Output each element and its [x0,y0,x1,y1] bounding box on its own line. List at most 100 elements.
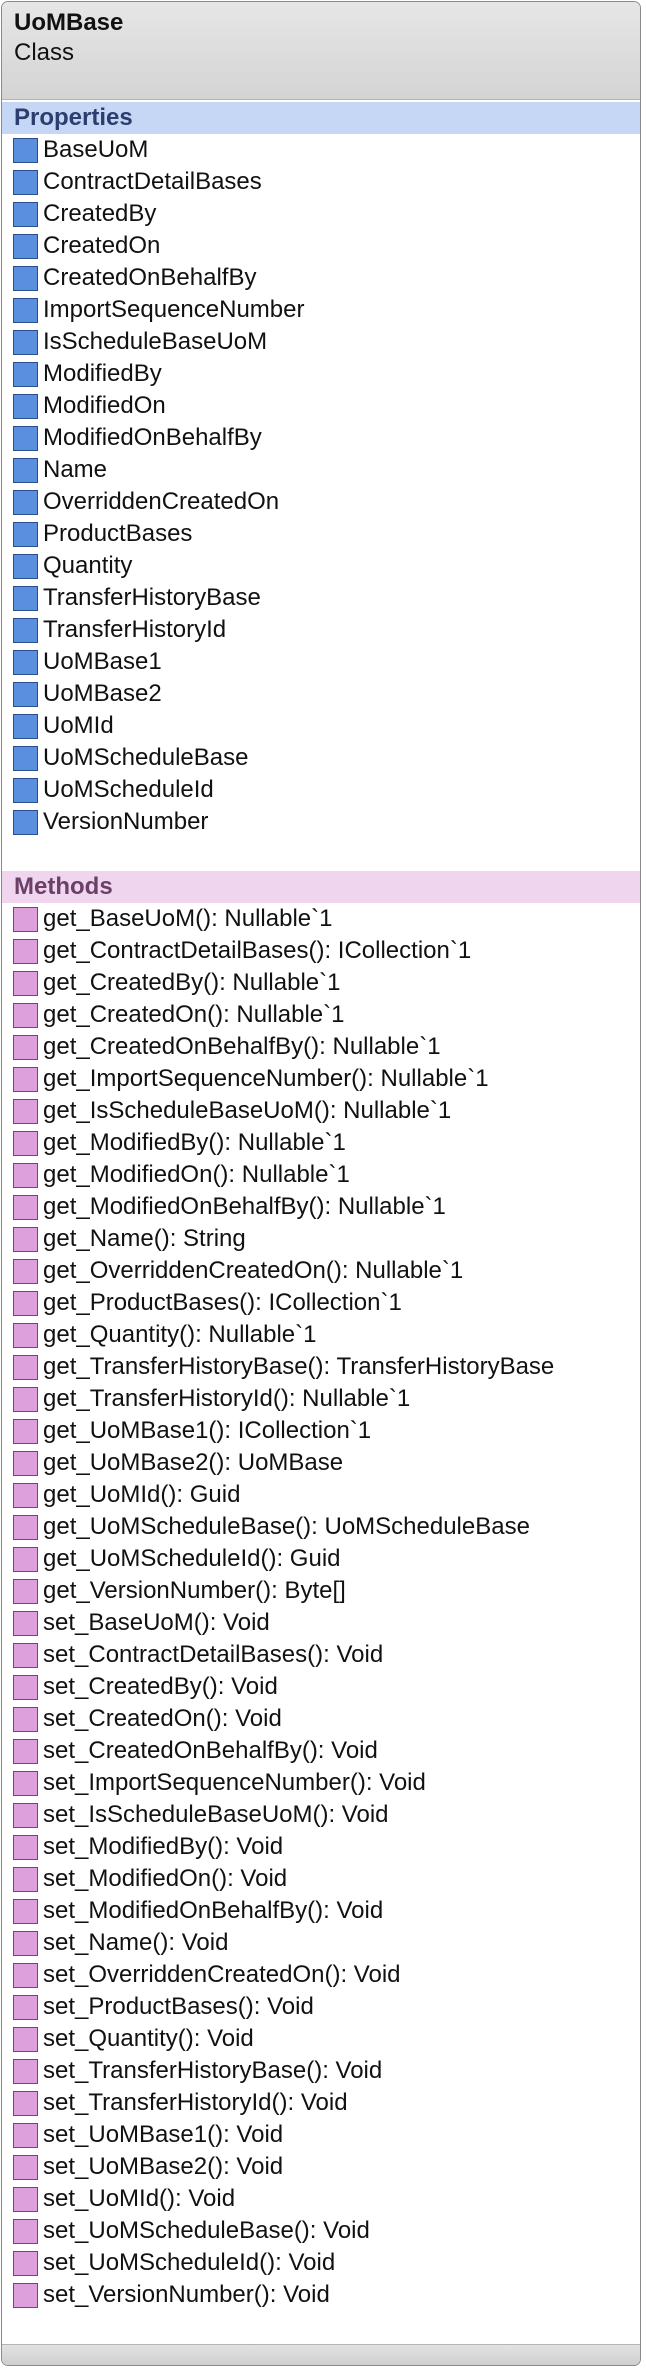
property-item: CreatedOn [2,230,640,262]
method-item-label: get_UoMBase2(): UoMBase [43,1449,344,1476]
property-item-label: TransferHistoryBase [43,584,261,611]
method-item: set_CreatedOnBehalfBy(): Void [2,1735,640,1767]
method-item-label: set_UoMScheduleId(): Void [43,2249,336,2276]
method-item: set_ImportSequenceNumber(): Void [2,1767,640,1799]
method-icon [13,1514,38,1540]
method-item: set_UoMBase1(): Void [2,2119,640,2151]
method-item: set_BaseUoM(): Void [2,1607,640,1639]
property-icon [13,233,38,259]
property-item: OverriddenCreatedOn [2,486,640,518]
method-item: get_CreatedBy(): Nullable`1 [2,967,640,999]
property-item: ContractDetailBases [2,166,640,198]
method-icon [13,1290,38,1316]
method-item-label: get_ProductBases(): ICollection`1 [43,1289,402,1316]
method-icon [13,1066,38,1092]
property-item: ModifiedBy [2,358,640,390]
method-item-label: get_CreatedOn(): Nullable`1 [43,1001,345,1028]
method-icon [13,2250,38,2276]
property-icon [13,489,38,515]
method-item-label: get_VersionNumber(): Byte[] [43,1577,346,1604]
class-header: UoMBase Class [2,2,640,100]
method-item-label: set_TransferHistoryId(): Void [43,2089,348,2116]
method-item: get_ModifiedOnBehalfBy(): Nullable`1 [2,1191,640,1223]
method-item: set_ProductBases(): Void [2,1991,640,2023]
method-item: get_Quantity(): Nullable`1 [2,1319,640,1351]
method-item-label: get_CreatedBy(): Nullable`1 [43,969,341,996]
property-item-label: VersionNumber [43,808,209,835]
property-icon [13,617,38,643]
method-item: set_TransferHistoryId(): Void [2,2087,640,2119]
method-icon [13,2154,38,2180]
method-item-label: set_UoMBase1(): Void [43,2121,284,2148]
method-item: get_UoMBase2(): UoMBase [2,1447,640,1479]
method-item: get_UoMId(): Guid [2,1479,640,1511]
method-item-label: set_ModifiedOn(): Void [43,1865,288,1892]
property-item-label: IsScheduleBaseUoM [43,328,268,355]
property-item: TransferHistoryId [2,614,640,646]
method-item-label: set_CreatedBy(): Void [43,1673,278,1700]
property-item-label: UoMId [43,712,114,739]
method-item: set_UoMId(): Void [2,2183,640,2215]
method-item: set_ModifiedOn(): Void [2,1863,640,1895]
property-item: CreatedOnBehalfBy [2,262,640,294]
method-icon [13,1610,38,1636]
property-item-label: UoMBase1 [43,648,162,675]
method-item: get_ContractDetailBases(): ICollection`1 [2,935,640,967]
method-icon [13,1642,38,1668]
property-item-label: ImportSequenceNumber [43,296,305,323]
method-item-label: set_TransferHistoryBase(): Void [43,2057,383,2084]
method-item: get_IsScheduleBaseUoM(): Nullable`1 [2,1095,640,1127]
property-item: ProductBases [2,518,640,550]
property-item-label: Quantity [43,552,133,579]
method-item-label: get_UoMBase1(): ICollection`1 [43,1417,372,1444]
method-icon [13,970,38,996]
methods-section-title: Methods [2,871,640,903]
method-icon [13,906,38,932]
method-item-label: get_IsScheduleBaseUoM(): Nullable`1 [43,1097,452,1124]
class-name: UoMBase [14,9,124,36]
property-item-label: UoMScheduleBase [43,744,249,771]
method-item: get_UoMScheduleBase(): UoMScheduleBase [2,1511,640,1543]
method-item-label: set_UoMScheduleBase(): Void [43,2217,370,2244]
method-icon [13,2026,38,2052]
method-icon [13,1578,38,1604]
properties-section-title: Properties [2,102,640,134]
method-item-label: get_TransferHistoryBase(): TransferHisto… [43,1353,555,1380]
method-icon [13,2122,38,2148]
property-item-label: OverriddenCreatedOn [43,488,280,515]
class-box: UoMBase Class Properties BaseUoM Contract… [1,1,641,2366]
method-item-label: set_ImportSequenceNumber(): Void [43,1769,426,1796]
method-item-label: get_CreatedOnBehalfBy(): Nullable`1 [43,1033,441,1060]
method-item-label: get_ContractDetailBases(): ICollection`1 [43,937,472,964]
property-icon [13,521,38,547]
property-icon [13,457,38,483]
property-icon [13,425,38,451]
property-item: UoMId [2,710,640,742]
method-item-label: set_ModifiedBy(): Void [43,1833,284,1860]
method-item: set_Quantity(): Void [2,2023,640,2055]
method-icon [13,1194,38,1220]
property-icon [13,393,38,419]
method-icon [13,938,38,964]
method-icon [13,1546,38,1572]
method-item: get_CreatedOnBehalfBy(): Nullable`1 [2,1031,640,1063]
property-item: BaseUoM [2,134,640,166]
method-item: get_VersionNumber(): Byte[] [2,1575,640,1607]
property-item: ImportSequenceNumber [2,294,640,326]
property-item: UoMBase1 [2,646,640,678]
method-item: set_Name(): Void [2,1927,640,1959]
method-icon [13,2058,38,2084]
method-icon [13,2218,38,2244]
property-item: Quantity [2,550,640,582]
method-item-label: get_ImportSequenceNumber(): Nullable`1 [43,1065,489,1092]
method-icon [13,1450,38,1476]
property-icon [13,809,38,835]
property-item: ModifiedOnBehalfBy [2,422,640,454]
method-item: set_ContractDetailBases(): Void [2,1639,640,1671]
method-item: get_ModifiedBy(): Nullable`1 [2,1127,640,1159]
method-item-label: get_ModifiedBy(): Nullable`1 [43,1129,346,1156]
method-item: set_UoMScheduleBase(): Void [2,2215,640,2247]
property-item-label: UoMBase2 [43,680,162,707]
property-item-label: ProductBases [43,520,193,547]
properties-list: BaseUoM ContractDetailBases CreatedBy Creat… [2,134,640,838]
